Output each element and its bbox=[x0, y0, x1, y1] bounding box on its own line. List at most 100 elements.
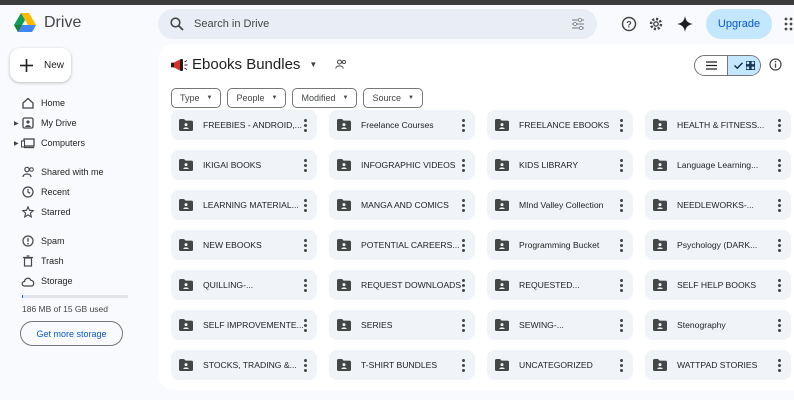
more-actions-icon[interactable] bbox=[304, 239, 307, 252]
folder-item[interactable]: SELF IMPROVEMENTE... bbox=[171, 310, 317, 340]
folder-item[interactable]: Language Learning... bbox=[645, 150, 791, 180]
more-actions-icon[interactable] bbox=[620, 319, 623, 332]
folder-item[interactable]: Stenography bbox=[645, 310, 791, 340]
folder-item[interactable]: SEWING-... bbox=[487, 310, 633, 340]
folder-item[interactable]: MANGA AND COMICS bbox=[329, 190, 475, 220]
folder-item[interactable]: STOCKS, TRADING &... bbox=[171, 350, 317, 380]
more-actions-icon[interactable] bbox=[462, 119, 465, 132]
more-actions-icon[interactable] bbox=[620, 199, 623, 212]
search-options-icon[interactable] bbox=[571, 18, 585, 30]
folder-item[interactable]: REQUESTED... bbox=[487, 270, 633, 300]
folder-item[interactable]: T-SHIRT BUNDLES bbox=[329, 350, 475, 380]
more-actions-icon[interactable] bbox=[620, 119, 623, 132]
filter-source[interactable]: Source ▼ bbox=[363, 88, 423, 108]
sidebar-item-storage[interactable]: Storage bbox=[14, 272, 73, 290]
more-actions-icon[interactable] bbox=[462, 279, 465, 292]
title-dropdown-icon[interactable]: ▼ bbox=[309, 60, 317, 69]
drive-logo[interactable]: Drive bbox=[14, 13, 81, 33]
folder-item[interactable]: Programming Bucket bbox=[487, 230, 633, 260]
folder-item[interactable]: LEARNING MATERIAL... bbox=[171, 190, 317, 220]
sidebar-item-recent[interactable]: Recent bbox=[14, 183, 70, 201]
more-actions-icon[interactable] bbox=[778, 319, 781, 332]
new-button-label: New bbox=[44, 59, 65, 71]
more-actions-icon[interactable] bbox=[304, 119, 307, 132]
more-actions-icon[interactable] bbox=[778, 279, 781, 292]
folder-item[interactable]: Psychology (DARK... bbox=[645, 230, 791, 260]
folder-name: WATTPAD STORIES bbox=[677, 360, 758, 370]
sidebar-item-home[interactable]: Home bbox=[14, 94, 65, 112]
gemini-sparkle-icon[interactable] bbox=[674, 13, 696, 35]
folder-name: LEARNING MATERIAL... bbox=[203, 200, 299, 210]
more-actions-icon[interactable] bbox=[462, 199, 465, 212]
sidebar-item-computers[interactable]: ▶ Computers bbox=[14, 134, 85, 152]
folder-item[interactable]: NEEDLEWORKS-... bbox=[645, 190, 791, 220]
more-actions-icon[interactable] bbox=[462, 159, 465, 172]
more-actions-icon[interactable] bbox=[620, 279, 623, 292]
more-actions-icon[interactable] bbox=[304, 199, 307, 212]
get-more-storage-button[interactable]: Get more storage bbox=[20, 321, 123, 346]
folder-item[interactable]: MInd Valley Collection bbox=[487, 190, 633, 220]
more-actions-icon[interactable] bbox=[620, 359, 623, 372]
folder-title-bar[interactable]: Ebooks Bundles ▼ bbox=[171, 56, 347, 73]
more-actions-icon[interactable] bbox=[778, 359, 781, 372]
folder-item[interactable]: NEW EBOOKS bbox=[171, 230, 317, 260]
more-actions-icon[interactable] bbox=[304, 359, 307, 372]
more-actions-icon[interactable] bbox=[778, 159, 781, 172]
filter-people[interactable]: People ▼ bbox=[227, 88, 287, 108]
folder-item[interactable]: QUILLING-... bbox=[171, 270, 317, 300]
help-icon[interactable]: ? bbox=[618, 13, 640, 35]
more-actions-icon[interactable] bbox=[620, 239, 623, 252]
more-actions-icon[interactable] bbox=[462, 239, 465, 252]
filter-modified[interactable]: Modified ▼ bbox=[292, 88, 358, 108]
sidebar-item-trash[interactable]: Trash bbox=[14, 252, 64, 270]
folder-item[interactable]: WATTPAD STORIES bbox=[645, 350, 791, 380]
list-view-button[interactable] bbox=[695, 56, 727, 75]
folder-item[interactable]: INFOGRAPHIC VIDEOS bbox=[329, 150, 475, 180]
apps-grid-icon[interactable] bbox=[780, 13, 794, 35]
more-actions-icon[interactable] bbox=[778, 119, 781, 132]
folder-shared-icon bbox=[495, 119, 509, 131]
upgrade-button[interactable]: Upgrade bbox=[706, 9, 772, 39]
folder-item[interactable]: HEALTH & FITNESS... bbox=[645, 110, 791, 140]
view-toggle[interactable] bbox=[694, 55, 761, 76]
more-actions-icon[interactable] bbox=[620, 159, 623, 172]
more-actions-icon[interactable] bbox=[462, 359, 465, 372]
folder-item[interactable]: FREEBIES - ANDROID,... bbox=[171, 110, 317, 140]
shared-folder-icon[interactable] bbox=[335, 56, 347, 73]
sidebar-item-starred[interactable]: Starred bbox=[14, 203, 71, 221]
sidebar-item-my-drive[interactable]: ▶ My Drive bbox=[14, 114, 77, 132]
folder-name: QUILLING-... bbox=[203, 280, 254, 290]
search-bar[interactable]: Search in Drive bbox=[158, 9, 597, 39]
more-actions-icon[interactable] bbox=[778, 199, 781, 212]
more-actions-icon[interactable] bbox=[304, 279, 307, 292]
expand-caret-icon[interactable]: ▶ bbox=[14, 120, 19, 127]
more-actions-icon[interactable] bbox=[462, 319, 465, 332]
folder-item[interactable]: Freelance Courses bbox=[329, 110, 475, 140]
info-icon[interactable] bbox=[769, 58, 782, 76]
search-icon[interactable] bbox=[170, 17, 184, 31]
folder-item[interactable]: SERIES bbox=[329, 310, 475, 340]
more-actions-icon[interactable] bbox=[778, 239, 781, 252]
folder-name: HEALTH & FITNESS... bbox=[677, 120, 765, 130]
grid-view-button[interactable] bbox=[727, 56, 760, 75]
folder-item[interactable]: REQUEST DOWNLOADS bbox=[329, 270, 475, 300]
folder-item[interactable]: IKIGAI BOOKS bbox=[171, 150, 317, 180]
folder-item[interactable]: FREELANCE EBOOKS bbox=[487, 110, 633, 140]
folder-item[interactable]: UNCATEGORIZED bbox=[487, 350, 633, 380]
settings-gear-icon[interactable] bbox=[645, 13, 667, 35]
expand-caret-icon[interactable]: ▶ bbox=[14, 140, 19, 147]
folder-item[interactable]: SELF HELP BOOKS bbox=[645, 270, 791, 300]
more-actions-icon[interactable] bbox=[304, 319, 307, 332]
sidebar-item-label: Trash bbox=[41, 256, 64, 266]
new-button[interactable]: New bbox=[10, 48, 71, 82]
folder-name: SERIES bbox=[361, 320, 393, 330]
search-input[interactable]: Search in Drive bbox=[194, 18, 571, 30]
sidebar-item-spam[interactable]: Spam bbox=[14, 232, 65, 250]
folder-name: IKIGAI BOOKS bbox=[203, 160, 262, 170]
filter-type[interactable]: Type ▼ bbox=[171, 88, 222, 108]
folder-item[interactable]: KIDS LIBRARY bbox=[487, 150, 633, 180]
sidebar-item-shared-with-me[interactable]: Shared with me bbox=[14, 163, 104, 181]
folder-item[interactable]: POTENTIAL CAREERS... bbox=[329, 230, 475, 260]
folder-shared-icon bbox=[337, 359, 351, 371]
more-actions-icon[interactable] bbox=[304, 159, 307, 172]
